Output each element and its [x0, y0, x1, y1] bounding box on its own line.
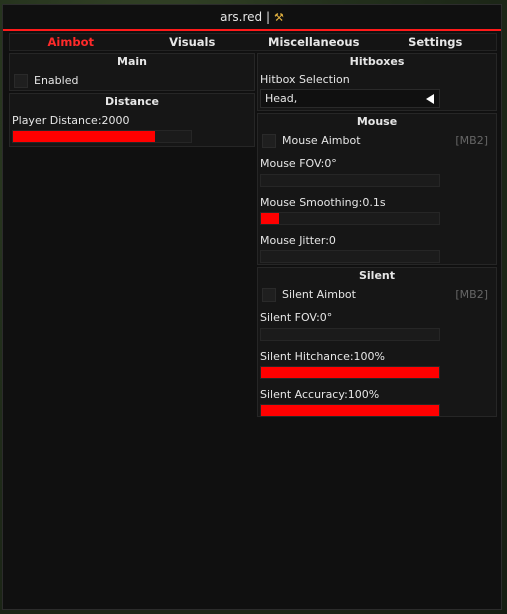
- title-bar: ars.red | ⚒: [3, 5, 501, 30]
- mouse-aimbot-label: Mouse Aimbot: [282, 134, 361, 147]
- accent-line: [3, 29, 501, 31]
- hammer-icon: ⚒: [274, 10, 284, 24]
- silent-hitchance-slider[interactable]: [260, 366, 440, 379]
- hitbox-selection-value: Head,: [265, 92, 298, 105]
- main-section: Main Enabled: [9, 53, 255, 91]
- silent-accuracy-slider[interactable]: [260, 404, 440, 417]
- silent-fov-slider[interactable]: [260, 328, 440, 341]
- mouse-aimbot-checkbox[interactable]: [262, 134, 276, 148]
- mouse-fov-label: Mouse FOV:0°: [260, 157, 337, 170]
- hitboxes-section: Hitboxes Hitbox Selection Head,: [257, 53, 497, 111]
- distance-section: Distance Player Distance:2000: [9, 93, 255, 147]
- window-title: ars.red |: [220, 10, 270, 24]
- hitbox-selection-label: Hitbox Selection: [260, 73, 350, 86]
- tab-miscellaneous[interactable]: Miscellaneous: [253, 34, 375, 50]
- silent-fov-label: Silent FOV:0°: [260, 311, 333, 324]
- silent-aimbot-keybind[interactable]: [MB2]: [455, 288, 488, 301]
- mouse-smoothing-label: Mouse Smoothing:0.1s: [260, 196, 386, 209]
- main-window: ars.red | ⚒ Aimbot Visuals Miscellaneous…: [2, 4, 502, 610]
- tab-settings[interactable]: Settings: [375, 34, 497, 50]
- tab-visuals[interactable]: Visuals: [132, 34, 254, 50]
- mouse-section: Mouse Mouse Aimbot [MB2] Mouse FOV:0° Mo…: [257, 113, 497, 265]
- mouse-smoothing-slider[interactable]: [260, 212, 440, 225]
- silent-accuracy-label: Silent Accuracy:100%: [260, 388, 380, 401]
- player-distance-label: Player Distance:2000: [12, 114, 130, 127]
- enabled-label: Enabled: [34, 74, 79, 87]
- silent-aimbot-checkbox[interactable]: [262, 288, 276, 302]
- dropdown-arrow-icon: [426, 94, 434, 104]
- tab-bar: Aimbot Visuals Miscellaneous Settings: [9, 33, 497, 51]
- silent-hitchance-label: Silent Hitchance:100%: [260, 350, 385, 363]
- enabled-checkbox[interactable]: [14, 74, 28, 88]
- player-distance-fill: [13, 131, 156, 142]
- silent-section-title: Silent: [358, 269, 395, 282]
- mouse-jitter-slider[interactable]: [260, 250, 440, 263]
- silent-section: Silent Silent Aimbot [MB2] Silent FOV:0°…: [257, 267, 497, 417]
- player-distance-slider[interactable]: [12, 130, 192, 143]
- mouse-smoothing-fill: [261, 213, 279, 224]
- main-section-title: Main: [117, 55, 147, 68]
- hitbox-selection-dropdown[interactable]: Head,: [260, 89, 440, 108]
- silent-hitchance-fill: [261, 367, 439, 378]
- tab-aimbot[interactable]: Aimbot: [10, 34, 132, 50]
- mouse-section-title: Mouse: [356, 115, 398, 128]
- mouse-aimbot-keybind[interactable]: [MB2]: [455, 134, 488, 147]
- silent-accuracy-fill: [261, 405, 439, 416]
- mouse-jitter-label: Mouse Jitter:0: [260, 234, 336, 247]
- distance-section-title: Distance: [105, 95, 159, 108]
- hitboxes-section-title: Hitboxes: [349, 55, 405, 68]
- silent-aimbot-label: Silent Aimbot: [282, 288, 356, 301]
- mouse-fov-slider[interactable]: [260, 174, 440, 187]
